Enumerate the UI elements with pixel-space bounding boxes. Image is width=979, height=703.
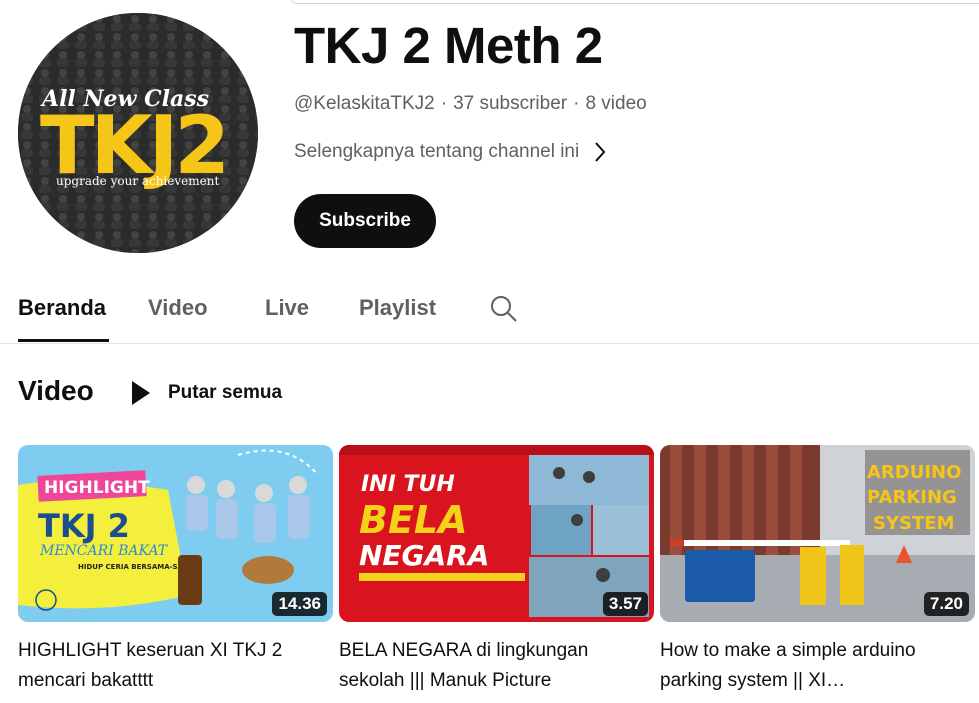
play-icon bbox=[132, 381, 150, 405]
more-about-label: Selengkapnya tentang channel ini bbox=[294, 141, 580, 162]
video-title[interactable]: HIGHLIGHT keseruan XI TKJ 2 mencari baka… bbox=[18, 636, 318, 696]
play-all-button[interactable]: Putar semua bbox=[130, 380, 282, 406]
video-thumbnail[interactable]: HIGHLIGHT TKJ 2 MENCARI BAKAT HIDUP CERI… bbox=[18, 445, 333, 622]
video-card[interactable]: HIGHLIGHT TKJ 2 MENCARI BAKAT HIDUP CERI… bbox=[18, 445, 333, 696]
channel-name: TKJ 2 Meth 2 bbox=[294, 17, 603, 74]
active-tab-indicator bbox=[18, 339, 109, 342]
thumb3-line2: PARKING bbox=[867, 487, 957, 508]
video-thumbnail[interactable]: ARDUINO PARKING SYSTEM 7.20 bbox=[660, 445, 975, 622]
search-icon[interactable] bbox=[488, 293, 520, 330]
video-title[interactable]: BELA NEGARA di lingkungan sekolah ||| Ma… bbox=[339, 636, 639, 696]
tab-live[interactable]: Live bbox=[265, 295, 309, 321]
video-duration: 14.36 bbox=[272, 592, 327, 616]
video-title[interactable]: How to make a simple arduino parking sys… bbox=[660, 636, 960, 696]
thumb2-line1: INI TUH bbox=[361, 472, 455, 497]
thumb1-badge: HIGHLIGHT bbox=[44, 478, 150, 498]
channel-tabs: Beranda Video Live Playlist bbox=[0, 282, 979, 344]
video-duration: 3.57 bbox=[602, 592, 648, 616]
channel-meta: @KelaskitaTKJ2 · 37 subscriber · 8 video bbox=[294, 93, 647, 114]
section-title: Video bbox=[18, 375, 94, 406]
subscribe-button[interactable]: Subscribe bbox=[294, 194, 436, 248]
thumb2-line3: NEGARA bbox=[359, 539, 489, 572]
video-duration: 7.20 bbox=[923, 592, 969, 616]
video-thumbnail[interactable]: INI TUH BELA NEGARA 3.57 bbox=[339, 445, 654, 622]
thumb1-main: TKJ 2 bbox=[38, 507, 130, 545]
video-card[interactable]: INI TUH BELA NEGARA 3.57 BELA NEGARA di … bbox=[339, 445, 654, 696]
chevron-right-icon bbox=[595, 142, 606, 162]
thumb1-script: MENCARI BAKAT bbox=[39, 543, 169, 559]
tab-beranda[interactable]: Beranda bbox=[18, 295, 106, 321]
thumb3-line1: ARDUINO bbox=[867, 462, 961, 483]
search-bar-edge bbox=[290, 0, 979, 4]
avatar-tagline: upgrade your achievement bbox=[56, 174, 219, 188]
channel-handle: @KelaskitaTKJ2 bbox=[294, 93, 435, 114]
subscriber-count: 37 subscriber bbox=[453, 93, 568, 114]
tab-video[interactable]: Video bbox=[148, 295, 208, 321]
video-card[interactable]: ARDUINO PARKING SYSTEM 7.20 How to make … bbox=[660, 445, 975, 696]
channel-avatar[interactable]: All New Class TKJ2 upgrade your achievem… bbox=[18, 13, 258, 253]
thumb3-line3: SYSTEM bbox=[873, 513, 954, 534]
more-about-channel-link[interactable]: Selengkapnya tentang channel ini bbox=[294, 141, 607, 163]
thumb2-line2: BELA bbox=[359, 498, 468, 542]
video-count: 8 video bbox=[585, 93, 647, 114]
tab-playlist[interactable]: Playlist bbox=[359, 295, 436, 321]
play-all-label: Putar semua bbox=[168, 382, 283, 403]
